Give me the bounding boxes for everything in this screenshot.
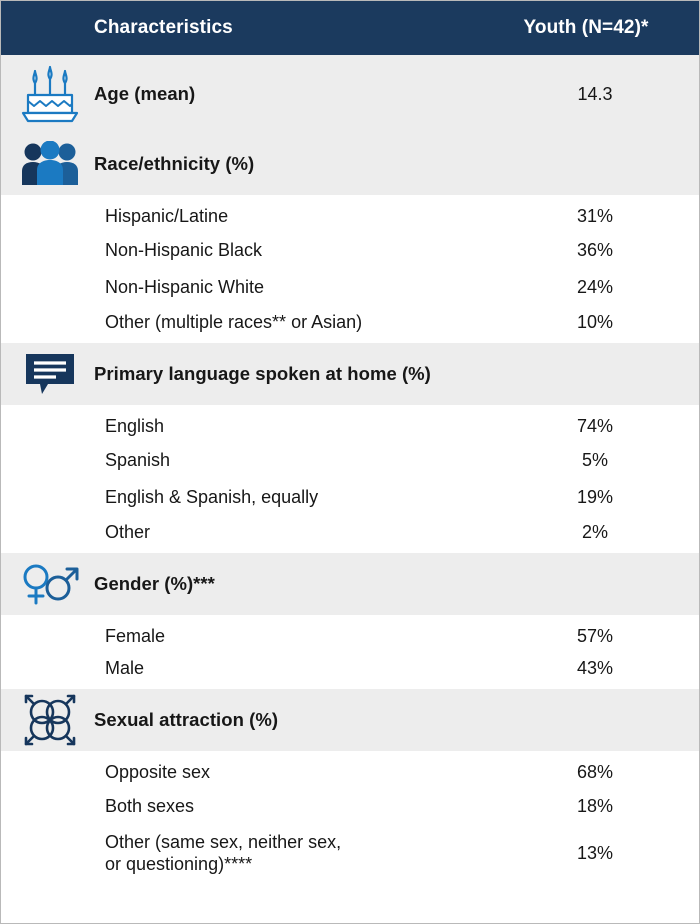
row-value: 43%: [576, 658, 614, 678]
row-label: Non-Hispanic White: [105, 277, 265, 298]
table-row: Non-Hispanic Black 36%: [1, 232, 699, 269]
section-label-age: Age (mean): [94, 83, 196, 104]
row-label: Male: [105, 658, 145, 679]
table-row: Hispanic/Latine 31%: [1, 195, 699, 232]
row-label: Both sexes: [105, 796, 195, 817]
row-value: 5%: [581, 450, 608, 470]
row-value: 68%: [576, 762, 614, 782]
table-row: Male 43%: [1, 652, 699, 689]
row-value: 36%: [576, 240, 614, 260]
row-label: Other (same sex, neither sex, or questio…: [105, 831, 342, 875]
table-row: Non-Hispanic White 24%: [1, 269, 699, 306]
table-row: English 74%: [1, 405, 699, 442]
row-value: 24%: [576, 277, 614, 297]
row-value: 57%: [576, 626, 614, 646]
row-value: 74%: [576, 416, 614, 436]
table-row: Opposite sex 68%: [1, 751, 699, 788]
birthday-cake-icon: [1, 63, 94, 125]
three-people-icon: [1, 141, 94, 187]
row-label: Non-Hispanic Black: [105, 240, 263, 261]
section-header-sexual-attraction: Sexual attraction (%): [1, 689, 699, 751]
row-label: Opposite sex: [105, 762, 211, 783]
row-value: 13%: [576, 842, 614, 863]
column-header-characteristics: Characteristics: [94, 17, 233, 38]
section-label-gender: Gender (%)***: [94, 573, 215, 594]
speech-bubble-icon: [1, 350, 94, 398]
row-value: 19%: [576, 487, 614, 507]
section-header-age: Age (mean) 14.3: [1, 55, 699, 133]
row-label: Other (multiple races** or Asian): [105, 312, 363, 333]
characteristics-table: Characteristics Youth (N=42)* Age (mean)…: [0, 0, 700, 924]
table-row: Other (same sex, neither sex, or questio…: [1, 825, 699, 881]
row-label: English & Spanish, equally: [105, 487, 319, 508]
section-label-sexual-attraction: Sexual attraction (%): [94, 709, 279, 730]
venus-mars-icon: [1, 561, 94, 607]
row-label: Other: [105, 522, 151, 543]
section-header-primary-language: Primary language spoken at home (%): [1, 343, 699, 405]
section-header-race-ethnicity: Race/ethnicity (%): [1, 133, 699, 195]
row-label: Spanish: [105, 450, 171, 471]
table-row: Female 57%: [1, 615, 699, 652]
interlocking-circles-icon: [1, 692, 94, 748]
section-value-age: 14.3: [577, 83, 613, 104]
table-row: Both sexes 18%: [1, 788, 699, 825]
table-row: English & Spanish, equally 19%: [1, 479, 699, 516]
table-row: Other (multiple races** or Asian) 10%: [1, 306, 699, 343]
table-row: Other 2%: [1, 516, 699, 553]
table-row: Spanish 5%: [1, 442, 699, 479]
row-value: 18%: [576, 796, 614, 816]
row-value: 10%: [576, 312, 614, 332]
row-value: 2%: [581, 522, 608, 542]
column-header-youth: Youth (N=42)*: [523, 17, 649, 38]
row-label: English: [105, 416, 165, 437]
table-header-row: Characteristics Youth (N=42)*: [1, 1, 699, 55]
section-header-gender: Gender (%)***: [1, 553, 699, 615]
section-label-primary-language: Primary language spoken at home (%): [94, 363, 431, 384]
row-label: Female: [105, 626, 166, 647]
row-value: 31%: [576, 206, 614, 226]
row-label: Hispanic/Latine: [105, 206, 229, 227]
section-label-race-ethnicity: Race/ethnicity (%): [94, 153, 255, 174]
